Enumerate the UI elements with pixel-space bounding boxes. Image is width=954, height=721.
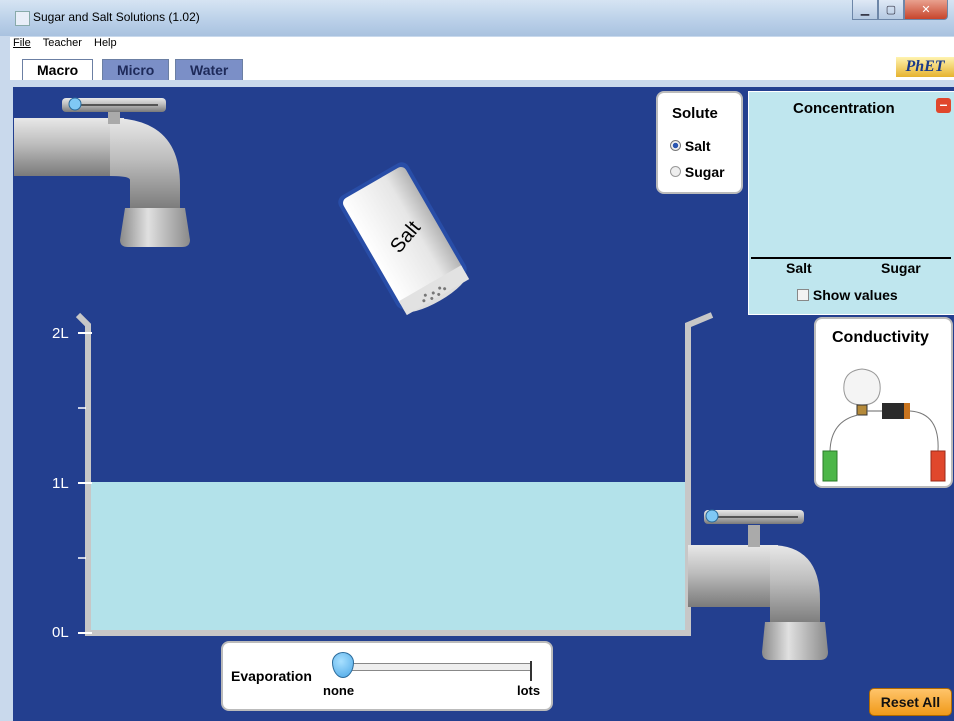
reset-all-button[interactable]: Reset All: [869, 688, 952, 716]
beaker-tick-0L: 0L: [52, 624, 69, 641]
input-faucet-slider-knob[interactable]: [68, 97, 82, 111]
beaker-tick-1L: 1L: [52, 475, 69, 492]
evaporation-label: Evaporation: [231, 668, 312, 684]
show-values-label: Show values: [812, 287, 898, 303]
tab-macro[interactable]: Macro: [22, 59, 94, 80]
conductivity-panel: Conductivity: [814, 317, 953, 488]
radio-sugar[interactable]: [670, 166, 681, 177]
evaporation-max-label: lots: [517, 683, 541, 698]
conductivity-tester[interactable]: [816, 351, 951, 485]
solute-panel: Solute Salt Sugar: [656, 91, 743, 194]
evaporation-min-label: none: [323, 683, 355, 698]
solute-option-salt[interactable]: Salt: [670, 138, 711, 154]
evaporation-tick-lots: [530, 661, 532, 681]
radio-sugar-label: Sugar: [684, 164, 725, 180]
drain-faucet-slider-knob[interactable]: [705, 509, 719, 523]
lightbulb-icon: [843, 368, 881, 406]
bar-label-salt: Salt: [786, 260, 812, 276]
water: [90, 482, 685, 631]
show-values-row[interactable]: Show values: [797, 287, 898, 303]
solute-title: Solute: [672, 105, 718, 122]
bar-label-sugar: Sugar: [881, 260, 921, 276]
radio-salt[interactable]: [670, 140, 681, 151]
drain-faucet[interactable]: [688, 509, 828, 660]
input-faucet[interactable]: [14, 97, 190, 247]
beaker-tick-2L: 2L: [52, 325, 69, 342]
beaker: [75, 312, 714, 636]
evaporation-panel: Evaporation none lots: [221, 641, 553, 711]
conductivity-title: Conductivity: [832, 329, 929, 346]
positive-probe: [930, 450, 946, 482]
show-values-checkbox[interactable]: [797, 289, 809, 301]
concentration-baseline: [751, 257, 951, 259]
radio-salt-label: Salt: [684, 138, 711, 154]
solute-option-sugar[interactable]: Sugar: [670, 164, 725, 180]
collapse-minus-icon[interactable]: –: [936, 97, 951, 113]
evaporation-slider-track[interactable]: [341, 663, 531, 671]
concentration-panel: Concentration – Salt Sugar Show values: [748, 91, 954, 315]
concentration-title: Concentration: [793, 100, 895, 117]
negative-probe: [822, 450, 838, 482]
evaporation-slider-thumb[interactable]: [332, 652, 354, 678]
